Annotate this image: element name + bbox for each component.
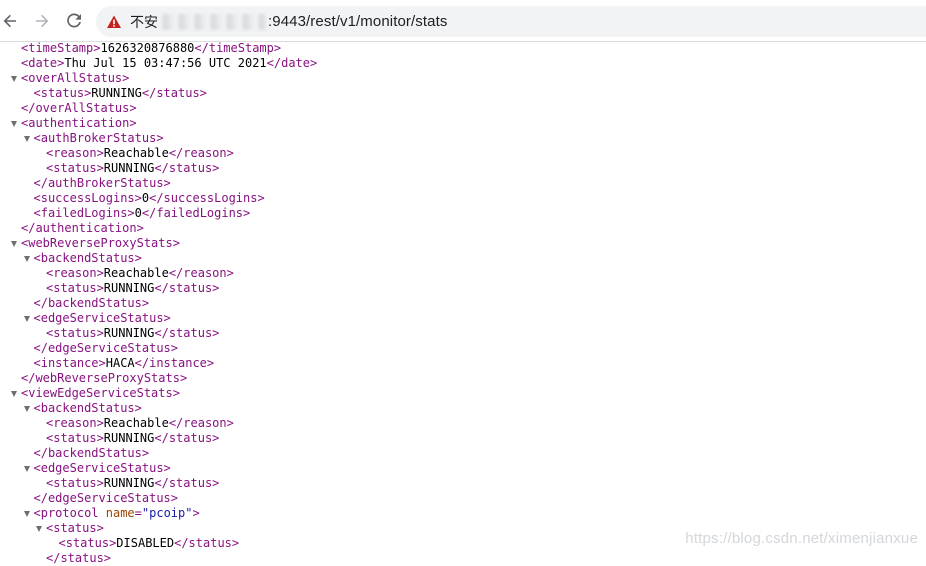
xml-node-open-line: <protocol name="pcoip"> xyxy=(23,506,200,521)
xml-text-line: <status>RUNNING</status> xyxy=(46,161,219,176)
xml-line-text: <status> xyxy=(46,521,104,535)
xml-text-line: </backendStatus> xyxy=(34,296,150,311)
xml-line-text: </edgeServiceStatus> xyxy=(33,341,179,355)
collapse-triangle-icon[interactable] xyxy=(11,241,17,247)
xml-line-text: <reason>Reachable</reason> xyxy=(46,266,234,280)
xml-line-text: <authentication> xyxy=(21,116,137,130)
xml-line-text: <backendStatus> xyxy=(33,401,142,415)
xml-line-text: <edgeServiceStatus> xyxy=(33,461,171,475)
xml-line-text: </authentication> xyxy=(21,221,144,235)
security-label[interactable]: 不安 xyxy=(130,12,158,32)
xml-line-text: <overAllStatus> xyxy=(21,71,130,85)
xml-line-text: <instance>HACA</instance> xyxy=(33,356,215,370)
xml-text-line: </edgeServiceStatus> xyxy=(34,491,179,506)
xml-text-line: <reason>Reachable</reason> xyxy=(46,146,234,161)
reload-icon xyxy=(67,13,81,28)
xml-text-line: <status>RUNNING</status> xyxy=(34,86,207,101)
xml-line-text: <webReverseProxyStats> xyxy=(21,236,180,250)
xml-line-text: <status>RUNNING</status> xyxy=(33,86,207,100)
xml-text-line: <date>Thu Jul 15 03:47:56 UTC 2021</date… xyxy=(21,56,317,71)
xml-line-text: </overAllStatus> xyxy=(21,101,137,115)
xml-node-open-line: <webReverseProxyStats> xyxy=(11,236,180,251)
forward-arrow-icon xyxy=(36,14,49,28)
xml-line-text: <backendStatus> xyxy=(33,251,142,265)
url-text[interactable]: :9443/rest/v1/monitor/stats xyxy=(268,13,447,30)
xml-text-line: <failedLogins>0</failedLogins> xyxy=(34,206,251,221)
watermark: https://blog.csdn.net/ximenjianxue xyxy=(685,530,918,547)
xml-node-open-line: <edgeServiceStatus> xyxy=(23,461,171,476)
xml-line-text: <edgeServiceStatus> xyxy=(33,311,171,325)
xml-text-line: </status> xyxy=(46,551,111,566)
xml-text-line: <status>RUNNING</status> xyxy=(46,476,219,491)
collapse-triangle-icon[interactable] xyxy=(23,136,30,142)
xml-line-text: <status>RUNNING</status> xyxy=(46,281,220,295)
xml-line-text: <viewEdgeServiceStats> xyxy=(21,386,180,400)
xml-text-line: </authBrokerStatus> xyxy=(34,176,171,191)
xml-line-text: <status>RUNNING</status> xyxy=(46,161,220,175)
xml-line-text: </webReverseProxyStats> xyxy=(21,371,188,385)
collapse-triangle-icon[interactable] xyxy=(36,526,42,532)
xml-line-text: <status>RUNNING</status> xyxy=(46,476,220,490)
xml-text-line: <successLogins>0</successLogins> xyxy=(34,191,265,206)
xml-text-line: <timeStamp>1626320876880</timeStamp> xyxy=(21,41,281,56)
collapse-triangle-icon[interactable] xyxy=(11,121,17,127)
xml-node-open-line: <authentication> xyxy=(11,116,137,131)
xml-line-text: </authBrokerStatus> xyxy=(33,176,171,190)
xml-node-open-line: <backendStatus> xyxy=(23,401,142,416)
collapse-triangle-icon[interactable] xyxy=(11,76,17,82)
xml-text-line: <status>RUNNING</status> xyxy=(46,326,219,341)
xml-line-text: <status>DISABLED</status> xyxy=(58,536,240,550)
xml-text-line: <status>RUNNING</status> xyxy=(46,431,219,446)
xml-line-text: <status>RUNNING</status> xyxy=(46,326,220,340)
xml-line-text: <failedLogins>0</failedLogins> xyxy=(33,206,251,220)
xml-line-text: <successLogins>0</successLogins> xyxy=(33,191,265,205)
xml-text-line: </backendStatus> xyxy=(34,446,150,461)
xml-line-text: <authBrokerStatus> xyxy=(33,131,164,145)
xml-node-open-line: <authBrokerStatus> xyxy=(23,131,164,146)
xml-text-line: <instance>HACA</instance> xyxy=(34,356,215,371)
redacted-host xyxy=(162,13,266,30)
xml-node-open-line: <edgeServiceStatus> xyxy=(23,311,171,326)
xml-text-line: <status>RUNNING</status> xyxy=(46,281,219,296)
xml-text-line: </authentication> xyxy=(21,221,144,236)
reload-button[interactable] xyxy=(60,7,88,35)
xml-text-line: </webReverseProxyStats> xyxy=(21,371,187,386)
collapse-triangle-icon[interactable] xyxy=(23,316,30,322)
xml-line-text: </status> xyxy=(46,551,112,565)
xml-line-text: <reason>Reachable</reason> xyxy=(46,146,234,160)
xml-line-text: <protocol name="pcoip"> xyxy=(33,506,200,520)
back-button[interactable] xyxy=(0,7,24,35)
collapse-triangle-icon[interactable] xyxy=(23,406,30,412)
browser-toolbar: 不安 :9443/rest/v1/monitor/stats xyxy=(0,0,926,42)
xml-node-open-line: <viewEdgeServiceStats> xyxy=(11,386,180,401)
xml-text-line: </edgeServiceStatus> xyxy=(34,341,179,356)
xml-node-open-line: <overAllStatus> xyxy=(11,71,130,86)
xml-text-line: </overAllStatus> xyxy=(21,101,137,116)
xml-text-line: <status>DISABLED</status> xyxy=(59,536,240,551)
collapse-triangle-icon[interactable] xyxy=(11,391,17,397)
xml-text-line: <reason>Reachable</reason> xyxy=(46,266,234,281)
xml-node-open-line: <backendStatus> xyxy=(23,251,142,266)
xml-line-text: <date>Thu Jul 15 03:47:56 UTC 2021</date… xyxy=(21,56,318,70)
xml-text-line: <reason>Reachable</reason> xyxy=(46,416,234,431)
xml-line-text: </backendStatus> xyxy=(33,446,150,460)
collapse-triangle-icon[interactable] xyxy=(23,511,30,517)
xml-line-text: </edgeServiceStatus> xyxy=(33,491,179,505)
xml-line-text: <status>RUNNING</status> xyxy=(46,431,220,445)
collapse-triangle-icon[interactable] xyxy=(23,466,30,472)
back-arrow-icon xyxy=(3,14,16,28)
forward-button[interactable] xyxy=(28,7,56,35)
xml-line-text: <reason>Reachable</reason> xyxy=(46,416,234,430)
xml-node-open-line: <status> xyxy=(36,521,104,536)
address-bar[interactable]: 不安 :9443/rest/v1/monitor/stats xyxy=(96,6,926,37)
xml-line-text: <timeStamp>1626320876880</timeStamp> xyxy=(21,41,282,55)
collapse-triangle-icon[interactable] xyxy=(23,256,30,262)
xml-line-text: </backendStatus> xyxy=(33,296,150,310)
xml-tree-viewer: <timeStamp>1626320876880</timeStamp> <dat… xyxy=(0,40,926,565)
warning-triangle-icon xyxy=(107,15,121,28)
